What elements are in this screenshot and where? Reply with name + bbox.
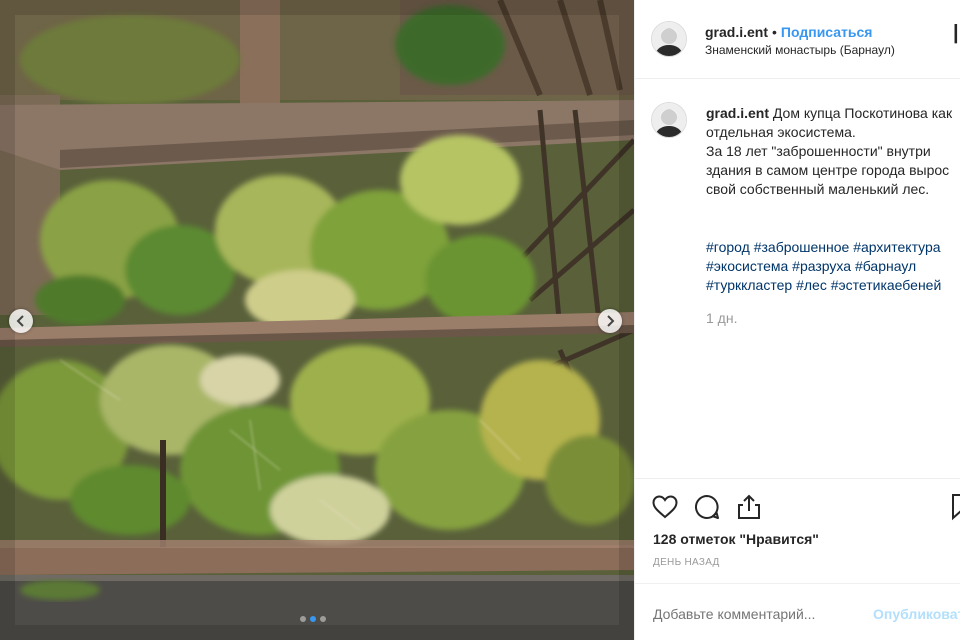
- carousel-dot: [320, 616, 326, 622]
- hashtag-link[interactable]: #лес: [796, 277, 827, 293]
- comment-input[interactable]: [653, 606, 863, 622]
- previous-slide-button[interactable]: [9, 309, 33, 333]
- share-button[interactable]: [735, 493, 763, 521]
- hashtag-link[interactable]: #барнаул: [855, 258, 916, 274]
- comment-button[interactable]: [693, 493, 721, 521]
- carousel-dot: [300, 616, 306, 622]
- post-header: grad.i.ent • Подписаться Знаменский монаст…: [635, 0, 960, 79]
- comment-icon: [695, 494, 719, 519]
- carousel-indicator: [300, 616, 326, 622]
- next-slide-button[interactable]: [598, 309, 622, 333]
- share-icon: [738, 494, 760, 519]
- hashtag-link[interactable]: #экосистема: [706, 258, 788, 274]
- more-options-icon[interactable]: |: [953, 22, 959, 45]
- hashtag-link[interactable]: #турккластер: [706, 277, 792, 293]
- avatar[interactable]: [651, 21, 687, 57]
- post-date: ДЕНЬ НАЗАД: [653, 557, 720, 568]
- post-photo[interactable]: [0, 0, 634, 640]
- caption-author-link[interactable]: grad.i.ent: [706, 105, 769, 121]
- hashtag-link[interactable]: #заброшенное: [754, 239, 850, 255]
- caption-text-block: grad.i.ent Дом купца Поскотинова как отд…: [706, 104, 960, 199]
- chevron-left-icon: [16, 315, 24, 327]
- location-link[interactable]: Знаменский монастырь (Барнаул): [705, 43, 895, 57]
- hashtag-link[interactable]: #эстетикаебеней: [831, 277, 942, 293]
- chevron-right-icon: [607, 315, 615, 327]
- username-link[interactable]: grad.i.ent: [705, 24, 768, 40]
- hashtag-link[interactable]: #город: [706, 239, 750, 255]
- heart-icon: [652, 495, 678, 519]
- hashtag-link[interactable]: #разруха: [792, 258, 851, 274]
- like-button[interactable]: [651, 493, 679, 521]
- post-side-panel: grad.i.ent • Подписаться Знаменский монаст…: [634, 0, 960, 640]
- hashtag-link[interactable]: #архитектура: [853, 239, 940, 255]
- save-button[interactable]: [951, 493, 960, 521]
- follow-button[interactable]: Подписаться: [781, 24, 873, 40]
- likes-count[interactable]: 128 отметок "Нравится": [653, 531, 819, 547]
- publish-button[interactable]: Опубликовать: [873, 606, 960, 622]
- caption-avatar[interactable]: [651, 102, 687, 138]
- bookmark-icon: [952, 494, 960, 521]
- aerial-forest-image: [0, 0, 634, 640]
- add-comment-row: Опубликовать: [635, 583, 960, 640]
- post-actions: 128 отметок "Нравится" ДЕНЬ НАЗАД Опубли…: [635, 478, 960, 639]
- separator-dot: •: [772, 24, 777, 40]
- carousel-dot: [310, 616, 316, 622]
- caption-time: 1 дн.: [706, 310, 738, 326]
- hashtag-list: #город #заброшенное #архитектура #экосис…: [706, 238, 960, 295]
